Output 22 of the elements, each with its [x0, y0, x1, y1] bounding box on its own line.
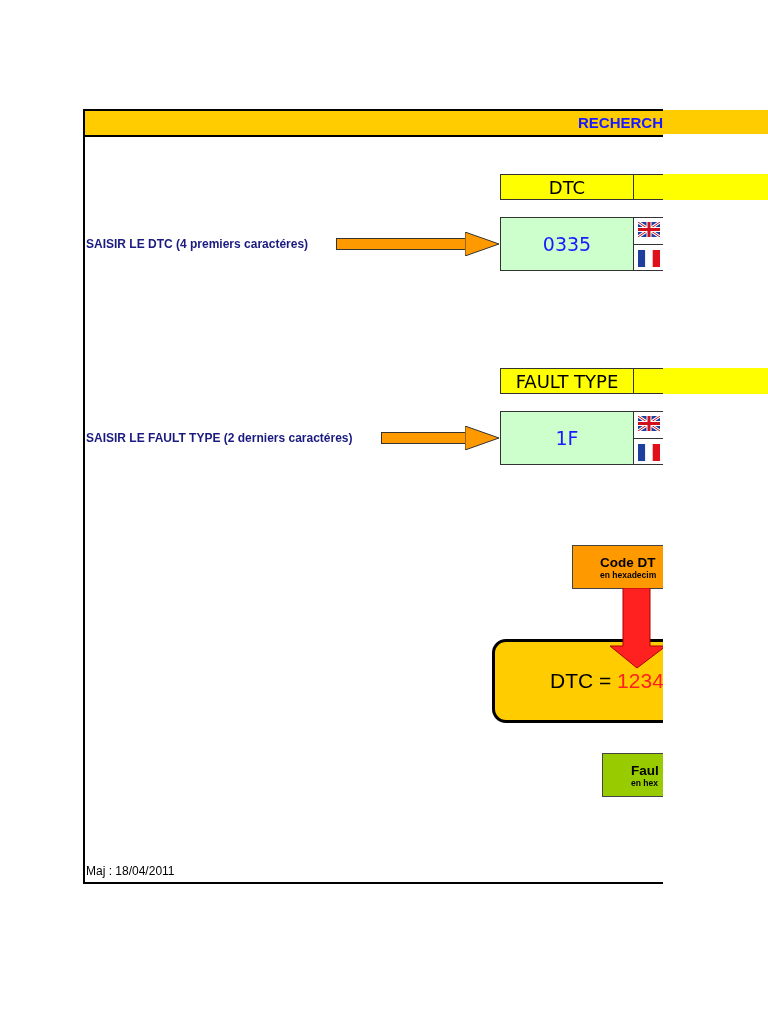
box-subtitle: en hexadecim: [600, 569, 657, 580]
sheet-title: RECHERCH: [578, 114, 663, 131]
down-arrow-icon: [610, 588, 663, 669]
prompt-text: SAISIR LE DTC (4 premiers caractéres): [86, 237, 309, 251]
france-flag-icon[interactable]: [638, 250, 660, 267]
value-cell[interactable]: 0335: [500, 217, 634, 271]
header-cell: DTC: [500, 174, 634, 200]
header-cell: FAULT TYPE: [500, 368, 634, 394]
value-cell[interactable]: 1F: [500, 411, 634, 465]
box-title: Code DT: [600, 554, 656, 570]
header-cell: [634, 174, 663, 200]
result-text: DTC = 1234: [550, 669, 663, 693]
prompt-text: SAISIR LE FAULT TYPE (2 derniers caractéres): [86, 431, 353, 445]
uk-flag-icon[interactable]: [638, 222, 660, 237]
box-title: Faul: [631, 762, 659, 778]
france-flag-icon[interactable]: [638, 444, 660, 461]
update-date-text: Maj : 18/04/2011: [86, 864, 175, 878]
uk-flag-icon[interactable]: [638, 416, 660, 431]
box-subtitle: en hex: [631, 777, 658, 788]
header-cell: [634, 368, 663, 394]
arrow-icon: [336, 232, 499, 256]
arrow-icon: [380, 426, 499, 450]
